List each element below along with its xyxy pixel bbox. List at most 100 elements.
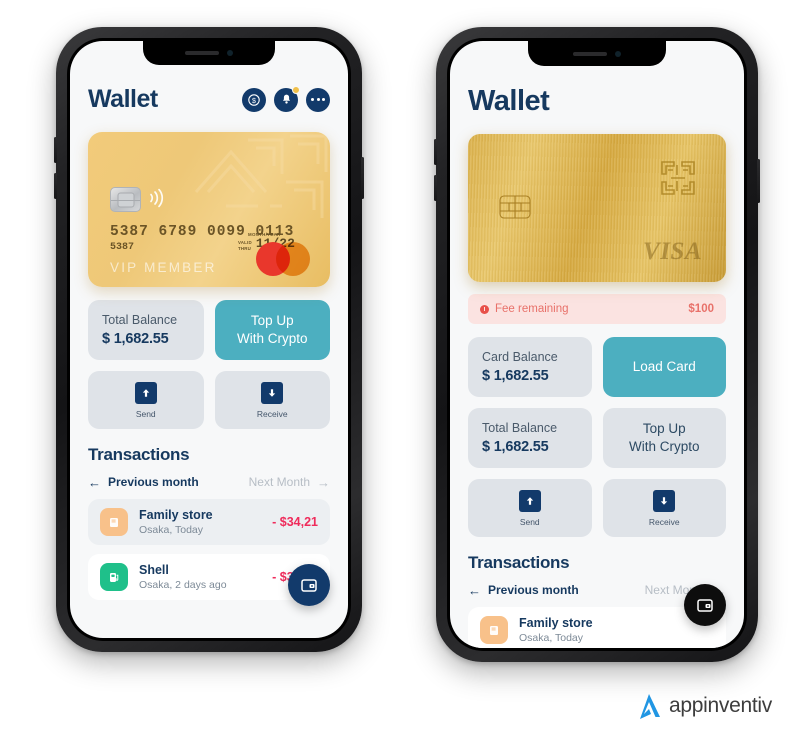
transactions-heading: Transactions <box>88 445 190 464</box>
card-balance-tile[interactable]: Card Balance $ 1,682.55 <box>468 337 592 397</box>
arrow-left-icon: ← <box>468 582 481 598</box>
total-balance-value: $ 1,682.55 <box>102 331 169 347</box>
next-month-button[interactable]: Next Month → <box>249 475 330 489</box>
fuel-pump-icon <box>100 563 128 591</box>
emv-chip-icon <box>499 195 531 219</box>
volume-down-button[interactable] <box>54 173 57 199</box>
emv-chip-icon <box>110 187 141 212</box>
mastercard-logo-icon <box>256 242 310 276</box>
transactions-month-nav: ← Previous month Next Month → <box>88 475 330 489</box>
more-options-icon[interactable] <box>306 87 330 112</box>
fee-amount: $100 <box>688 303 714 315</box>
power-button[interactable] <box>757 159 760 203</box>
previous-month-label: Previous month <box>488 583 579 597</box>
arrow-down-icon <box>261 381 284 404</box>
front-camera <box>227 50 233 56</box>
card-pattern-watermark <box>194 134 328 218</box>
phone-left: Wallet $ 5387 6789 0099 0113 5387 MONTH/… <box>54 27 364 652</box>
card-expiry-label: VALID THRU <box>238 240 252 251</box>
notch <box>143 41 275 65</box>
total-balance-tile[interactable]: Total Balance $ 1,682.55 <box>88 300 204 360</box>
earpiece-speaker <box>573 51 607 56</box>
notification-badge <box>292 85 300 94</box>
receive-button[interactable]: Receive <box>214 371 330 429</box>
transaction-amount: - $34,21 <box>272 515 318 529</box>
store-icon <box>100 508 128 536</box>
store-icon <box>480 616 508 644</box>
table-row[interactable]: Family store Osaka, Today - $34,21 <box>88 499 330 545</box>
coin-dollar-icon[interactable]: $ <box>242 87 266 112</box>
load-card-button[interactable]: Load Card <box>602 337 726 397</box>
top-up-label: Top Up With Crypto <box>628 420 700 454</box>
transaction-name: Shell <box>139 563 169 577</box>
wallet-fab-button[interactable] <box>684 584 726 626</box>
phone-bezel: Wallet $ 5387 6789 0099 0113 5387 MONTH/… <box>67 38 351 641</box>
phone-right: Wallet VISA Fee remaining $100 Card Bala… <box>434 27 760 662</box>
wallet-fab-button[interactable] <box>288 564 330 606</box>
total-balance-tile[interactable]: Total Balance $ 1,682.55 <box>468 408 592 468</box>
power-button[interactable] <box>361 157 364 199</box>
top-up-label: Top Up With Crypto <box>236 312 308 346</box>
payment-card-mastercard[interactable]: 5387 6789 0099 0113 5387 MONTH/YEAR VALI… <box>88 132 330 287</box>
transaction-text: Family store Osaka, Today <box>519 616 714 644</box>
svg-text:$: $ <box>252 98 256 105</box>
arrow-left-icon: ← <box>88 474 101 490</box>
screen-right: Wallet VISA Fee remaining $100 Card Bala… <box>450 41 744 648</box>
earpiece-speaker <box>185 51 219 55</box>
arrow-right-icon: → <box>317 474 330 490</box>
screen-left: Wallet $ 5387 6789 0099 0113 5387 MONTH/… <box>70 41 348 638</box>
send-label: Send <box>519 516 540 527</box>
receive-label: Receive <box>648 516 680 527</box>
contactless-wave-icon <box>150 188 164 208</box>
top-up-with-crypto-button[interactable]: Top Up With Crypto <box>214 300 330 360</box>
phone-bezel: Wallet VISA Fee remaining $100 Card Bala… <box>447 38 747 651</box>
alert-dot-icon <box>480 304 489 314</box>
wallet-card-icon <box>697 599 713 612</box>
transaction-sub: Osaka, 2 days ago <box>139 579 227 591</box>
volume-up-button[interactable] <box>54 137 57 163</box>
transaction-sub: Osaka, Today <box>139 524 204 536</box>
arrow-up-icon <box>134 381 157 404</box>
fee-label: Fee remaining <box>495 303 569 315</box>
page-title: Wallet <box>88 85 158 113</box>
fee-remaining-banner: Fee remaining $100 <box>468 294 726 324</box>
transaction-sub: Osaka, Today <box>519 632 584 644</box>
previous-month-button[interactable]: ← Previous month <box>468 583 579 597</box>
receive-button[interactable]: Receive <box>602 479 726 537</box>
front-camera <box>615 50 621 57</box>
previous-month-label: Previous month <box>108 475 199 489</box>
bell-notification-icon[interactable] <box>274 85 300 112</box>
fee-left-group: Fee remaining <box>480 303 569 315</box>
total-balance-label: Total Balance <box>482 421 558 435</box>
send-button[interactable]: Send <box>468 479 592 537</box>
send-label: Send <box>135 408 156 419</box>
page-title: Wallet <box>468 85 550 117</box>
transactions-heading: Transactions <box>468 553 570 572</box>
arrow-up-icon <box>518 489 541 512</box>
wallet-card-icon <box>301 579 317 592</box>
payment-card-visa[interactable]: VISA <box>468 134 726 282</box>
engraved-maze-icon <box>661 161 695 195</box>
appinventiv-a-mark-icon <box>640 694 661 719</box>
transaction-name: Family store <box>139 508 213 522</box>
transaction-text: Shell Osaka, 2 days ago <box>139 563 272 591</box>
card-member-text: VIP MEMBER <box>110 260 217 275</box>
volume-up-button[interactable] <box>434 139 437 165</box>
brand-name: appinventiv <box>669 694 772 717</box>
card-balance-label: Card Balance <box>482 350 558 364</box>
load-card-label: Load Card <box>632 358 696 374</box>
action-tiles-right: Card Balance $ 1,682.55 Load Card Total … <box>468 337 726 537</box>
send-button[interactable]: Send <box>88 371 204 429</box>
top-up-with-crypto-button[interactable]: Top Up With Crypto <box>602 408 726 468</box>
transaction-text: Family store Osaka, Today <box>139 508 272 536</box>
brand-logo: appinventiv <box>636 692 772 720</box>
total-balance-value: $ 1,682.55 <box>482 439 549 455</box>
next-month-label: Next Month <box>248 475 310 489</box>
header-icon-group: $ <box>242 85 330 112</box>
card-number-short: 5387 <box>110 242 135 253</box>
card-balance-value: $ 1,682.55 <box>482 368 549 384</box>
transaction-name: Family store <box>519 616 593 630</box>
volume-down-button[interactable] <box>434 175 437 201</box>
action-tiles-left: Total Balance $ 1,682.55 Top Up With Cry… <box>88 300 330 429</box>
previous-month-button[interactable]: ← Previous month <box>88 475 199 489</box>
